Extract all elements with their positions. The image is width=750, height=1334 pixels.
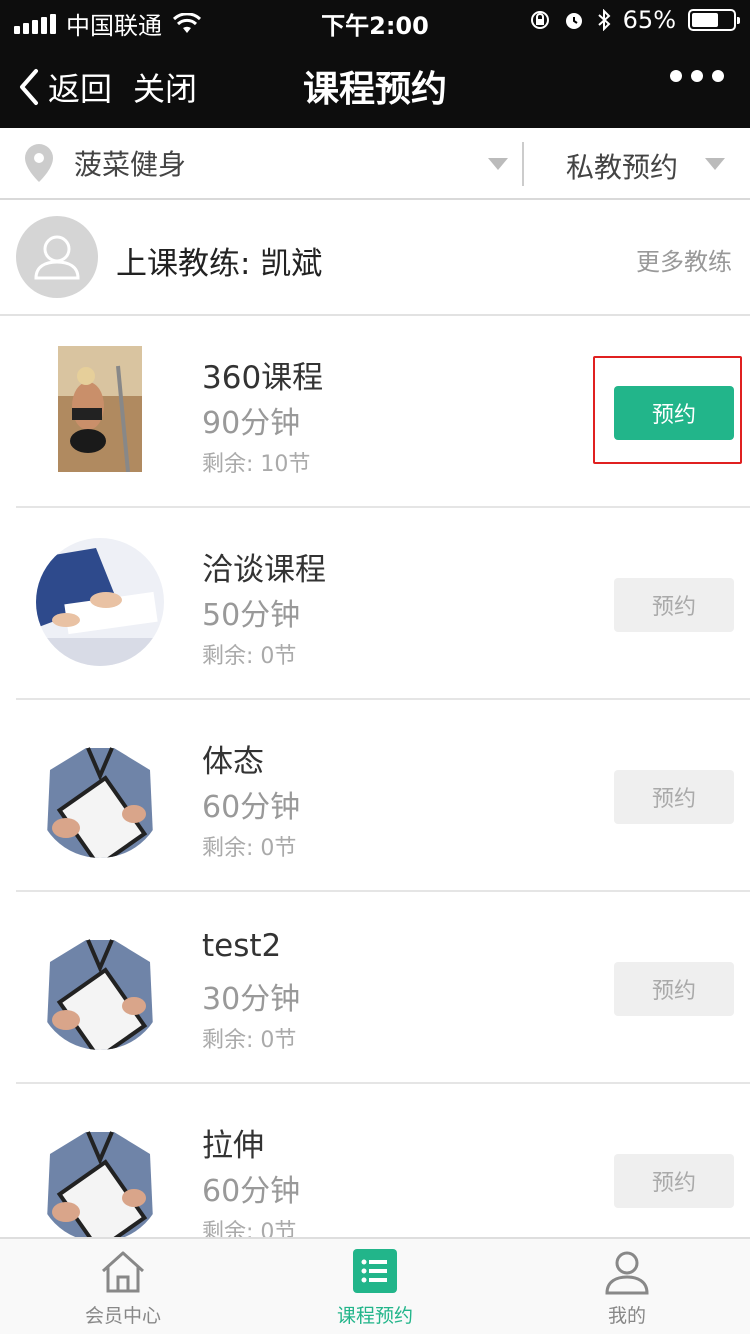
- course-image: [36, 922, 164, 1050]
- more-coaches-link[interactable]: 更多教练: [636, 242, 732, 277]
- course-remaining: 剩余: 0节: [202, 644, 297, 669]
- course-remaining: 剩余: 10节: [202, 452, 311, 477]
- course-image: [58, 346, 142, 472]
- book-button[interactable]: 预约: [614, 962, 734, 1016]
- tab-member-center[interactable]: 会员中心: [48, 1247, 198, 1328]
- alarm-icon: [565, 13, 582, 29]
- status-bar: 中国联通 下午2:00 65%: [0, 0, 750, 40]
- filter-bar: 菠菜健身 私教预约: [0, 128, 750, 200]
- tab-course-booking[interactable]: 课程预约: [300, 1247, 450, 1328]
- course-image: [36, 538, 164, 666]
- course-duration: 60分钟: [202, 790, 301, 825]
- user-icon: [605, 1251, 649, 1295]
- top-header: 中国联通 下午2:00 65% 返回 关闭 课程预约: [0, 0, 750, 128]
- status-right: 65%: [529, 6, 740, 34]
- course-image: [36, 730, 164, 858]
- location-pin-icon: [25, 144, 53, 182]
- course-item: 体态 60分钟 剩余: 0节 预约: [0, 700, 750, 892]
- home-icon: [101, 1251, 145, 1293]
- battery-percent: 65%: [622, 6, 676, 34]
- course-duration: 50分钟: [202, 598, 301, 633]
- course-duration: 60分钟: [202, 1174, 301, 1209]
- booking-type-caret-icon[interactable]: [705, 158, 725, 170]
- trainer-clipboard-photo: [36, 922, 164, 1050]
- battery-icon: [688, 9, 740, 31]
- book-button[interactable]: 预约: [614, 770, 734, 824]
- course-duration: 30分钟: [202, 982, 301, 1017]
- course-item: 洽谈课程 50分钟 剩余: 0节 预约: [0, 508, 750, 700]
- course-name: 拉伸: [202, 1128, 264, 1164]
- close-button[interactable]: 关闭: [133, 64, 197, 110]
- course-image: [36, 1114, 164, 1242]
- course-name: 洽谈课程: [202, 552, 326, 588]
- location-dropdown[interactable]: 菠菜健身: [22, 142, 186, 184]
- course-name: test2: [202, 928, 282, 964]
- user-placeholder-icon: [34, 235, 80, 280]
- course-name: 体态: [202, 744, 264, 780]
- business-meeting-photo: [36, 538, 164, 666]
- more-dot-icon: [691, 70, 703, 82]
- tab-bar: 会员中心 课程预约 我的: [0, 1237, 750, 1334]
- back-button[interactable]: 返回: [18, 64, 112, 110]
- filter-divider: [522, 142, 524, 186]
- course-name: 360课程: [202, 360, 324, 396]
- highlight-box: [593, 356, 742, 464]
- fitness-woman-photo: [58, 346, 142, 472]
- more-dot-icon: [670, 70, 682, 82]
- trainer-clipboard-photo: [36, 730, 164, 858]
- tab-label: 会员中心: [84, 1305, 161, 1327]
- coach-avatar: [16, 216, 98, 298]
- battery-fill: [692, 13, 718, 27]
- location-label: 菠菜健身: [74, 148, 187, 181]
- list-icon: [353, 1249, 397, 1293]
- page-title: 课程预约: [302, 69, 447, 110]
- tab-label: 我的: [607, 1305, 646, 1327]
- tab-label: 课程预约: [336, 1305, 413, 1327]
- trainer-clipboard-photo: [36, 1114, 164, 1242]
- book-button[interactable]: 预约: [614, 1154, 734, 1208]
- tab-mine[interactable]: 我的: [552, 1247, 702, 1328]
- course-remaining: 剩余: 0节: [202, 836, 297, 861]
- course-duration: 90分钟: [202, 406, 301, 441]
- chevron-left-icon: [20, 69, 38, 105]
- book-button[interactable]: 预约: [614, 578, 734, 632]
- coach-row: 上课教练: 凯斌 更多教练: [0, 200, 750, 316]
- nav-bar: 返回 关闭 课程预约: [0, 48, 750, 122]
- bluetooth-icon: [597, 9, 611, 31]
- coach-name: 上课教练: 凯斌: [116, 246, 323, 282]
- more-dot-icon: [712, 70, 724, 82]
- rotation-lock-icon: [530, 11, 549, 29]
- course-remaining: 剩余: 0节: [202, 1028, 297, 1053]
- booking-type-dropdown[interactable]: 私教预约: [566, 146, 678, 186]
- back-label: 返回: [48, 70, 113, 108]
- location-caret-icon[interactable]: [488, 158, 508, 170]
- course-item: test2 30分钟 剩余: 0节 预约: [0, 892, 750, 1084]
- more-menu-button[interactable]: [670, 70, 724, 82]
